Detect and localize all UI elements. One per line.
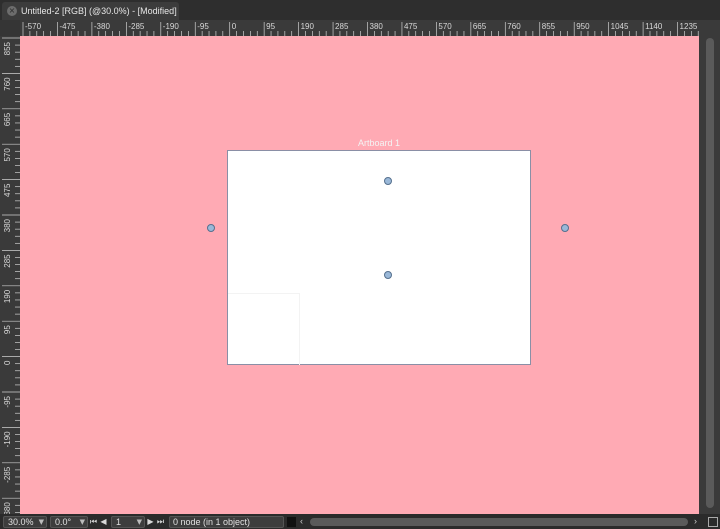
- zoom-value: 30.0%: [8, 516, 34, 527]
- chevron-down-icon: ▼: [38, 517, 44, 526]
- ruler-label: 570: [3, 148, 12, 162]
- vertical-scrollbar[interactable]: [699, 20, 720, 514]
- ruler-label: -95: [197, 22, 209, 31]
- first-page-icon[interactable]: ⏮: [89, 517, 98, 527]
- ruler-label: 380: [3, 218, 12, 232]
- horizontal-scrollbar[interactable]: ‹ ›: [300, 516, 706, 528]
- snap-icon[interactable]: [287, 516, 296, 527]
- ruler-corner[interactable]: [0, 20, 20, 36]
- rotation-field[interactable]: 0.0° ▼: [50, 515, 88, 528]
- ruler-label: 950: [576, 22, 590, 31]
- artboard[interactable]: [227, 150, 531, 365]
- tab-bar: × Untitled-2 [RGB] (@30.0%) - [Modified]: [0, 0, 720, 20]
- ruler-label: 190: [301, 22, 315, 31]
- ruler-label: 0: [3, 360, 12, 365]
- right-handle[interactable]: [561, 224, 569, 232]
- document-tab[interactable]: × Untitled-2 [RGB] (@30.0%) - [Modified]: [2, 2, 179, 20]
- tab-title: Untitled-2 [RGB] (@30.0%) - [Modified]: [21, 6, 177, 16]
- chevron-down-icon: ▼: [79, 517, 85, 526]
- ruler-label: 380: [370, 22, 384, 31]
- ruler-label: 665: [473, 22, 487, 31]
- page-field[interactable]: 1 ▼: [111, 515, 145, 528]
- ruler-label: -380: [94, 22, 111, 31]
- ruler-label: 475: [3, 183, 12, 197]
- ruler-label: -190: [163, 22, 180, 31]
- ruler-label: 1045: [611, 22, 629, 31]
- ruler-label: 95: [266, 22, 275, 31]
- prev-page-icon[interactable]: ◀: [99, 517, 108, 526]
- status-bar: 30.0% ▼ 0.0° ▼ ⏮ ◀ 1 ▼ ▶ ⏭ 0 node (in 1 …: [0, 514, 720, 529]
- ruler-label: 95: [3, 325, 12, 334]
- zoom-field[interactable]: 30.0% ▼: [3, 515, 47, 528]
- ruler-label: -285: [3, 466, 12, 483]
- ruler-label: 760: [3, 77, 12, 91]
- ruler-label: -380: [3, 502, 12, 514]
- ruler-label: -95: [3, 395, 12, 407]
- canvas[interactable]: Artboard 1: [20, 36, 699, 514]
- ruler-label: 855: [3, 41, 12, 55]
- close-icon[interactable]: ×: [7, 6, 17, 16]
- chevron-down-icon: ▼: [136, 517, 142, 526]
- center-handle-bottom[interactable]: [384, 271, 392, 279]
- ruler-label: 0: [232, 22, 237, 31]
- ruler-label: 570: [438, 22, 452, 31]
- ruler-label: 285: [335, 22, 349, 31]
- vertical-scroll-thumb[interactable]: [706, 38, 714, 508]
- ruler-label: 1140: [645, 22, 663, 31]
- rotation-value: 0.0°: [55, 516, 72, 527]
- horizontal-scroll-thumb[interactable]: [310, 517, 688, 526]
- ruler-label: 285: [3, 254, 12, 268]
- ruler-label: -475: [59, 22, 76, 31]
- ruler-label: 1235: [680, 22, 698, 31]
- center-handle-top[interactable]: [384, 177, 392, 185]
- status-text: 0 node (in 1 object): [169, 515, 284, 528]
- ruler-label: -570: [25, 22, 42, 31]
- ruler-label: 760: [507, 22, 521, 31]
- artboard-label: Artboard 1: [357, 138, 401, 148]
- page-value: 1: [116, 516, 122, 527]
- ruler-label: -285: [128, 22, 145, 31]
- ruler-label: 855: [542, 22, 556, 31]
- ruler-label: 665: [3, 112, 12, 126]
- horizontal-ruler[interactable]: -570 -475 -380 -285 -190 -95 0 95 190 285 380 475 57…: [20, 20, 699, 36]
- scroll-left-icon[interactable]: ‹: [300, 516, 303, 526]
- vertical-ruler[interactable]: 855 760 665 570 475 380 285 190 95 0 -95 -190 -285 -3…: [0, 36, 20, 514]
- next-page-icon[interactable]: ▶: [146, 517, 155, 526]
- scroll-right-icon[interactable]: ›: [694, 516, 697, 526]
- last-page-icon[interactable]: ⏭: [156, 517, 165, 527]
- ruler-label: -190: [3, 431, 12, 448]
- ruler-label: 475: [404, 22, 418, 31]
- object-outline[interactable]: [228, 293, 300, 365]
- fit-window-icon[interactable]: [708, 516, 718, 527]
- ruler-label: 190: [3, 289, 12, 303]
- left-handle[interactable]: [207, 224, 215, 232]
